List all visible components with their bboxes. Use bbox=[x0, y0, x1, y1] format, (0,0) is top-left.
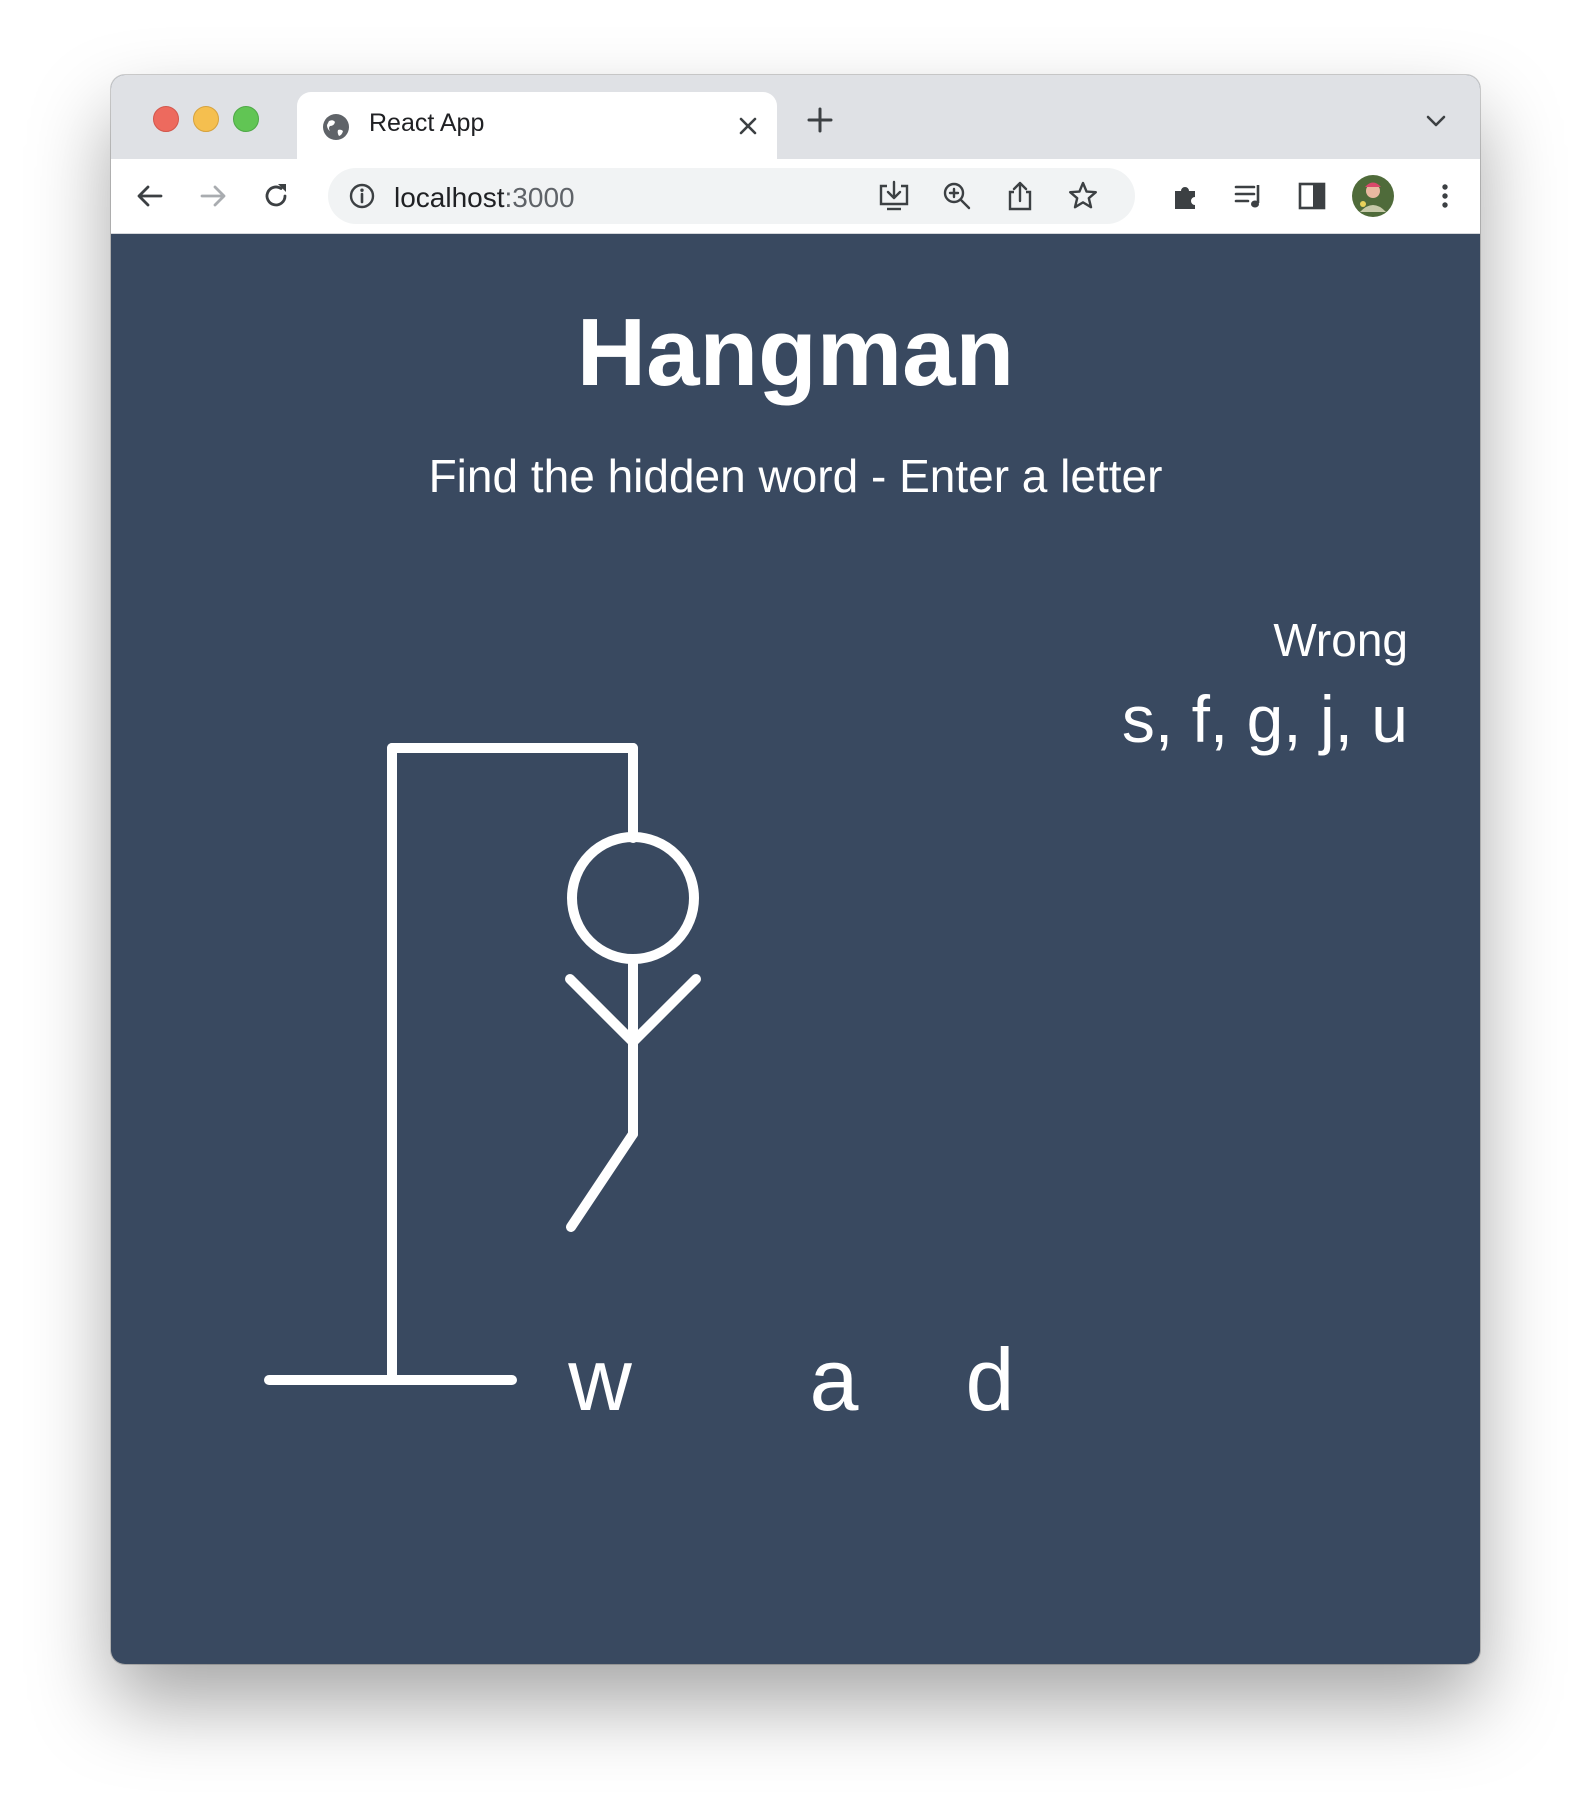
media-controls-icon[interactable] bbox=[1232, 179, 1266, 213]
info-icon[interactable] bbox=[348, 182, 376, 210]
url-host: localhost bbox=[394, 182, 505, 213]
hangman-left-leg bbox=[566, 1129, 638, 1232]
more-menu-icon[interactable] bbox=[1428, 179, 1462, 213]
plus-icon[interactable] bbox=[805, 105, 835, 135]
hidden-word: w a d bbox=[111, 1329, 1480, 1439]
reload-icon[interactable] bbox=[259, 179, 293, 213]
back-arrow-icon[interactable] bbox=[133, 179, 167, 213]
side-panel-icon[interactable] bbox=[1295, 179, 1329, 213]
extensions-icon[interactable] bbox=[1169, 179, 1203, 213]
star-icon[interactable] bbox=[1066, 179, 1100, 213]
profile-avatar[interactable] bbox=[1351, 174, 1395, 218]
zoom-window-button[interactable] bbox=[233, 106, 259, 132]
url-port: :3000 bbox=[504, 182, 575, 213]
close-window-button[interactable] bbox=[153, 106, 179, 132]
tab-title: React App bbox=[369, 109, 485, 137]
forward-arrow-icon[interactable] bbox=[196, 179, 230, 213]
hangman-left-arm bbox=[565, 974, 638, 1047]
tab-react-app[interactable]: React App bbox=[297, 92, 777, 159]
word-letter: w bbox=[568, 1330, 632, 1429]
tab-strip: React App bbox=[111, 75, 1480, 159]
hangman-head bbox=[567, 832, 699, 964]
wrong-letters: s, f, g, j, u bbox=[1121, 682, 1408, 756]
url-text: localhost:3000 bbox=[394, 182, 575, 214]
hangman-right-arm bbox=[628, 974, 701, 1047]
minimize-window-button[interactable] bbox=[193, 106, 219, 132]
chevron-down-icon[interactable] bbox=[1423, 108, 1449, 134]
word-letter: d bbox=[965, 1330, 1015, 1429]
browser-window: React App localhost:3000 Hangman Find th… bbox=[111, 75, 1480, 1664]
word-letter: a bbox=[809, 1330, 859, 1429]
wrong-label: Wrong bbox=[1273, 614, 1408, 666]
close-icon[interactable] bbox=[734, 112, 762, 140]
globe-icon bbox=[323, 114, 349, 140]
page-content: Hangman Find the hidden word - Enter a l… bbox=[111, 234, 1480, 1664]
address-bar[interactable]: localhost:3000 bbox=[328, 168, 1135, 224]
browser-toolbar: localhost:3000 bbox=[111, 159, 1480, 234]
share-icon[interactable] bbox=[1003, 179, 1037, 213]
zoom-icon[interactable] bbox=[940, 179, 974, 213]
install-app-icon[interactable] bbox=[877, 179, 911, 213]
hangman-drawing bbox=[264, 743, 701, 1385]
